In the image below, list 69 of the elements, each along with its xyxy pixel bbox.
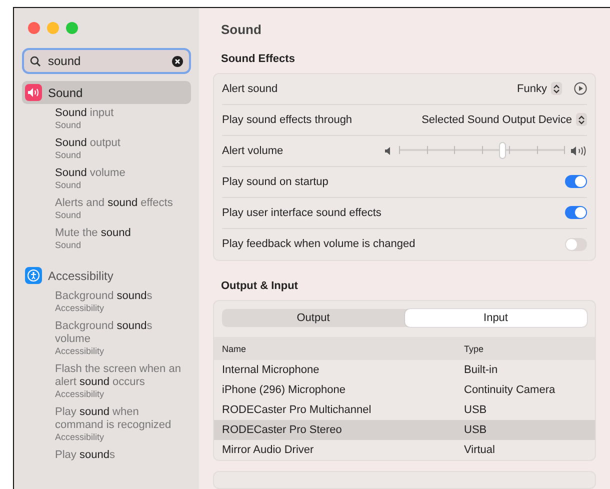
column-header: Name: [222, 344, 248, 354]
result-category: Sound: [55, 240, 82, 251]
result-category: Accessibility: [55, 346, 106, 357]
popup-value[interactable]: Selected Sound Output Device: [422, 114, 572, 126]
accessibility-icon: [25, 267, 42, 284]
play-icon[interactable]: [574, 82, 587, 96]
speaker-icon: [25, 84, 42, 101]
search-icon: [30, 56, 41, 66]
search-result[interactable]: Mute the sound: [55, 227, 185, 240]
sidebar-category[interactable]: Sound: [22, 81, 191, 104]
search-result[interactable]: Sound output: [55, 137, 185, 150]
toggle-switch[interactable]: [565, 175, 587, 188]
clear-icon[interactable]: [172, 56, 183, 66]
popup-stepper[interactable]: [576, 113, 587, 126]
result-category: Accessibility: [55, 389, 106, 400]
search-result[interactable]: Play sound when command is recognized: [55, 406, 185, 432]
table-cell-text: Mirror Audio Driver: [222, 444, 315, 456]
segment-tab[interactable]: Output: [222, 309, 404, 328]
table-cell-text: Continuity Camera: [464, 384, 556, 396]
setting-label: Play sound on startup: [222, 176, 328, 188]
column-header: Type: [464, 344, 485, 354]
speaker-low-icon: [385, 146, 392, 155]
search-result[interactable]: Background sounds volume: [55, 320, 185, 346]
result-category: Sound: [55, 210, 82, 221]
result-category: Accessibility: [55, 303, 106, 314]
popup-stepper[interactable]: [551, 82, 562, 96]
result-category: Sound: [55, 180, 82, 191]
device-row[interactable]: Internal Microphone Built-in: [214, 360, 595, 380]
volume-slider[interactable]: [397, 142, 566, 160]
device-row[interactable]: Mirror Audio Driver Virtual: [214, 440, 595, 460]
table-cell-text: iPhone (296) Microphone: [222, 384, 347, 396]
search-field[interactable]: sound: [22, 48, 191, 74]
setting-label: Play feedback when volume is changed: [222, 238, 416, 250]
table-cell-text: RODECaster Pro Stereo: [222, 424, 343, 436]
search-result[interactable]: Sound input: [55, 107, 185, 120]
search-result[interactable]: Alerts and sound effects: [55, 197, 185, 210]
device-row[interactable]: RODECaster Pro Multichannel USB: [214, 400, 595, 420]
device-row[interactable]: iPhone (296) Microphone Continuity Camera: [214, 380, 595, 400]
setting-label: Play sound effects through: [222, 114, 352, 126]
search-result[interactable]: Flash the screen when an alert sound occurs: [55, 363, 185, 389]
table-cell-text: USB: [464, 424, 488, 436]
segment-tab[interactable]: Input: [404, 309, 587, 328]
toggle-switch[interactable]: [565, 238, 587, 251]
search-result[interactable]: Play sounds: [55, 449, 185, 462]
speaker-high-icon: [571, 146, 587, 156]
setting-label: Alert sound: [222, 82, 278, 95]
setting-label: Play user interface sound effects: [222, 206, 382, 219]
table-cell-text: USB: [464, 404, 488, 416]
result-category: Sound: [55, 120, 82, 131]
device-row[interactable]: RODECaster Pro Stereo USB: [214, 420, 595, 440]
section-heading: Sound Effects: [221, 52, 296, 65]
search-input[interactable]: sound: [46, 53, 167, 69]
toggle-switch[interactable]: [565, 206, 587, 220]
table-cell-text: Internal Microphone: [222, 364, 320, 376]
chevron-updown-icon: [578, 114, 585, 125]
search-result[interactable]: Background sounds: [55, 290, 185, 303]
chevron-updown-icon: [553, 84, 560, 94]
section-heading: Output & Input: [221, 280, 299, 292]
result-category: Accessibility: [55, 432, 106, 443]
sidebar-category[interactable]: Accessibility: [22, 264, 191, 287]
table-cell-text: Virtual: [464, 444, 496, 456]
search-result[interactable]: Sound volume: [55, 167, 185, 180]
table-cell-text: Built-in: [464, 364, 499, 376]
setting-label: Alert volume: [222, 144, 284, 157]
result-category: Sound: [55, 150, 82, 161]
close-window-button[interactable]: [28, 22, 40, 34]
popup-value[interactable]: Funky: [517, 82, 547, 95]
table-cell-text: RODECaster Pro Multichannel: [222, 404, 372, 416]
window-title: Sound: [221, 22, 262, 37]
